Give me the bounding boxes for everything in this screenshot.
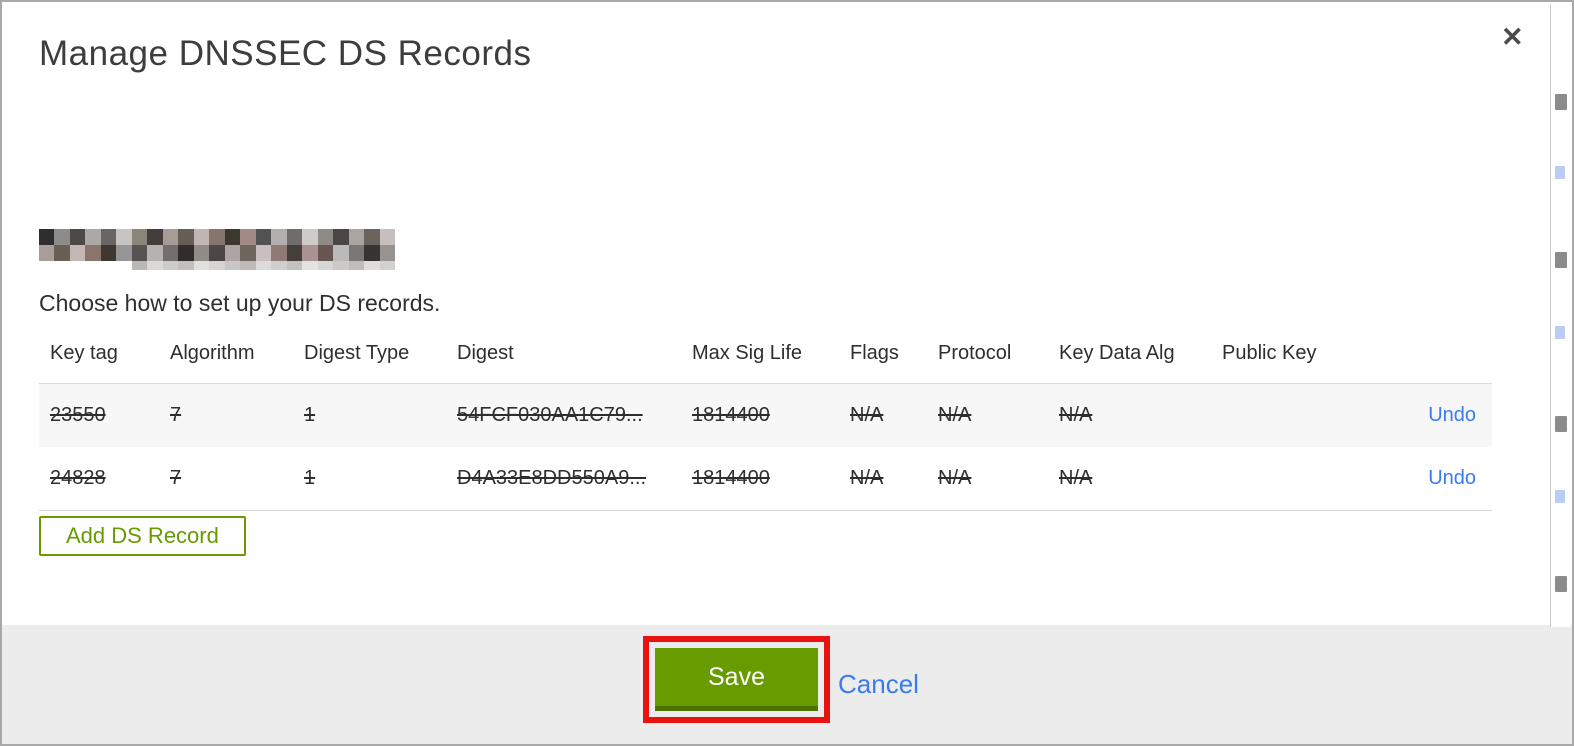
- undo-link[interactable]: Undo: [1428, 404, 1476, 426]
- table-cell: 1: [304, 404, 316, 426]
- column-header: Protocol: [938, 342, 1012, 364]
- save-button[interactable]: Save: [655, 648, 818, 711]
- table-cell: 7: [170, 467, 182, 489]
- background-page-strip: [1550, 4, 1570, 627]
- column-header: Key Data Alg: [1059, 342, 1175, 364]
- table-cell: N/A: [850, 467, 884, 489]
- column-header: Public Key: [1222, 342, 1317, 364]
- column-header: Digest Type: [304, 342, 410, 364]
- table-cell: 23550: [50, 404, 106, 426]
- table-cell: 1: [304, 467, 316, 489]
- background-text-fragment: [1555, 166, 1565, 179]
- table-row: 23550 7 1 54FCF030AA1C79... 1814400 N/A N/A N/A…: [39, 384, 1492, 447]
- background-text-fragment: [1555, 252, 1567, 268]
- table-cell: N/A: [850, 404, 884, 426]
- column-header: Algorithm: [170, 342, 255, 364]
- background-text-fragment: [1555, 94, 1567, 110]
- redacted-domain-name: [39, 229, 395, 261]
- table-cell: 24828: [50, 467, 106, 489]
- column-header: Digest: [457, 342, 514, 364]
- table-cell: 1814400: [692, 404, 770, 426]
- column-header: Key tag: [50, 342, 118, 364]
- close-icon[interactable]: ✕: [1501, 24, 1524, 51]
- table-cell: N/A: [938, 467, 972, 489]
- redacted-domain-shadow: [132, 261, 395, 270]
- background-text-fragment: [1555, 490, 1565, 503]
- page-title: Manage DNSSEC DS Records: [39, 34, 532, 73]
- table-cell: 1814400: [692, 467, 770, 489]
- table-cell: D4A33E8DD550A9...: [457, 467, 647, 489]
- table-cell: 54FCF030AA1C79...: [457, 404, 643, 426]
- annotation-red-box: Save: [643, 636, 830, 723]
- table-cell: N/A: [1059, 467, 1093, 489]
- background-text-fragment: [1555, 416, 1567, 432]
- column-header: Max Sig Life: [692, 342, 803, 364]
- dnssec-modal-window: Manage DNSSEC DS Records ✕ Choose how to…: [0, 0, 1574, 746]
- table-cell: N/A: [1059, 404, 1093, 426]
- background-text-fragment: [1555, 326, 1565, 339]
- undo-link[interactable]: Undo: [1428, 467, 1476, 489]
- background-text-fragment: [1555, 576, 1567, 592]
- undo-cell: Undo: [1371, 467, 1492, 490]
- table-header-row: Key tag Algorithm Digest Type Digest Max Sig…: [39, 332, 1492, 383]
- table-body: 23550 7 1 54FCF030AA1C79... 1814400 N/A N/A N/A…: [39, 383, 1492, 511]
- modal-footer: Save Cancel: [2, 625, 1572, 744]
- undo-cell: Undo: [1371, 404, 1492, 427]
- add-ds-record-button[interactable]: Add DS Record: [39, 516, 246, 556]
- table-cell: 7: [170, 404, 182, 426]
- subtitle: Choose how to set up your DS records.: [39, 290, 441, 316]
- column-header: Flags: [850, 342, 899, 364]
- table-row: 24828 7 1 D4A33E8DD550A9... 1814400 N/A N/A N/A…: [39, 447, 1492, 510]
- ds-records-table: Key tag Algorithm Digest Type Digest Max Sig…: [39, 332, 1492, 511]
- cancel-link[interactable]: Cancel: [838, 669, 919, 700]
- table-cell: N/A: [938, 404, 972, 426]
